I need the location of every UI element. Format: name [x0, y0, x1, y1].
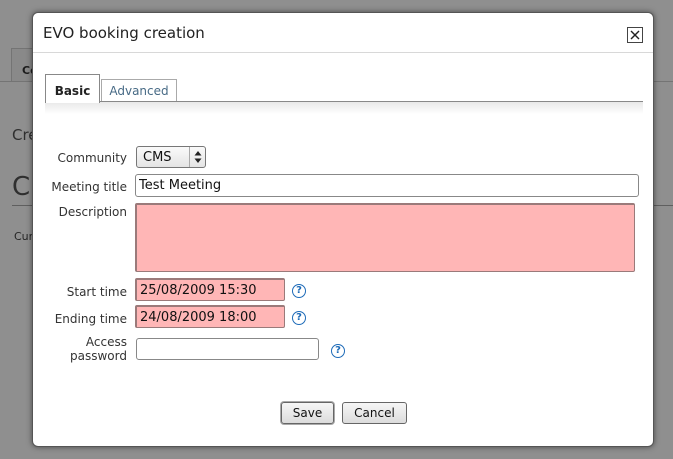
tab-advanced[interactable]: Advanced: [101, 79, 177, 101]
tab-bar-line: [45, 101, 643, 102]
community-label: Community: [57, 151, 127, 165]
start-time-label: Start time: [66, 285, 127, 299]
select-arrows-icon: [189, 147, 205, 167]
booking-dialog: EVO booking creation Basic Advanced Comm…: [32, 12, 654, 447]
close-icon: [630, 30, 640, 40]
description-textarea[interactable]: [135, 203, 635, 272]
community-select-value: CMS: [143, 150, 172, 165]
start-time-input[interactable]: [135, 278, 285, 301]
access-password-label-line2: password: [70, 349, 127, 363]
start-time-help-icon[interactable]: ?: [292, 284, 306, 298]
dialog-titlebar: EVO booking creation: [33, 13, 653, 53]
cancel-button[interactable]: Cancel: [342, 402, 407, 424]
ending-time-help-icon[interactable]: ?: [292, 311, 306, 325]
dialog-title: EVO booking creation: [43, 24, 205, 42]
save-button[interactable]: Save: [281, 402, 334, 424]
access-password-label: Access password: [33, 335, 127, 363]
community-select[interactable]: CMS: [136, 146, 206, 168]
access-password-help-icon[interactable]: ?: [331, 344, 345, 358]
tab-strip: Basic Advanced: [45, 74, 643, 114]
ending-time-input[interactable]: [135, 305, 285, 328]
meeting-title-input[interactable]: [135, 174, 639, 197]
tab-fade: [45, 102, 643, 114]
tab-basic[interactable]: Basic: [45, 74, 100, 103]
description-label: Description: [58, 205, 127, 219]
access-password-label-line1: Access: [85, 335, 127, 349]
ending-time-label: Ending time: [54, 312, 127, 326]
access-password-input[interactable]: [136, 338, 319, 360]
close-button[interactable]: [627, 27, 643, 43]
meeting-title-label: Meeting title: [51, 180, 127, 194]
